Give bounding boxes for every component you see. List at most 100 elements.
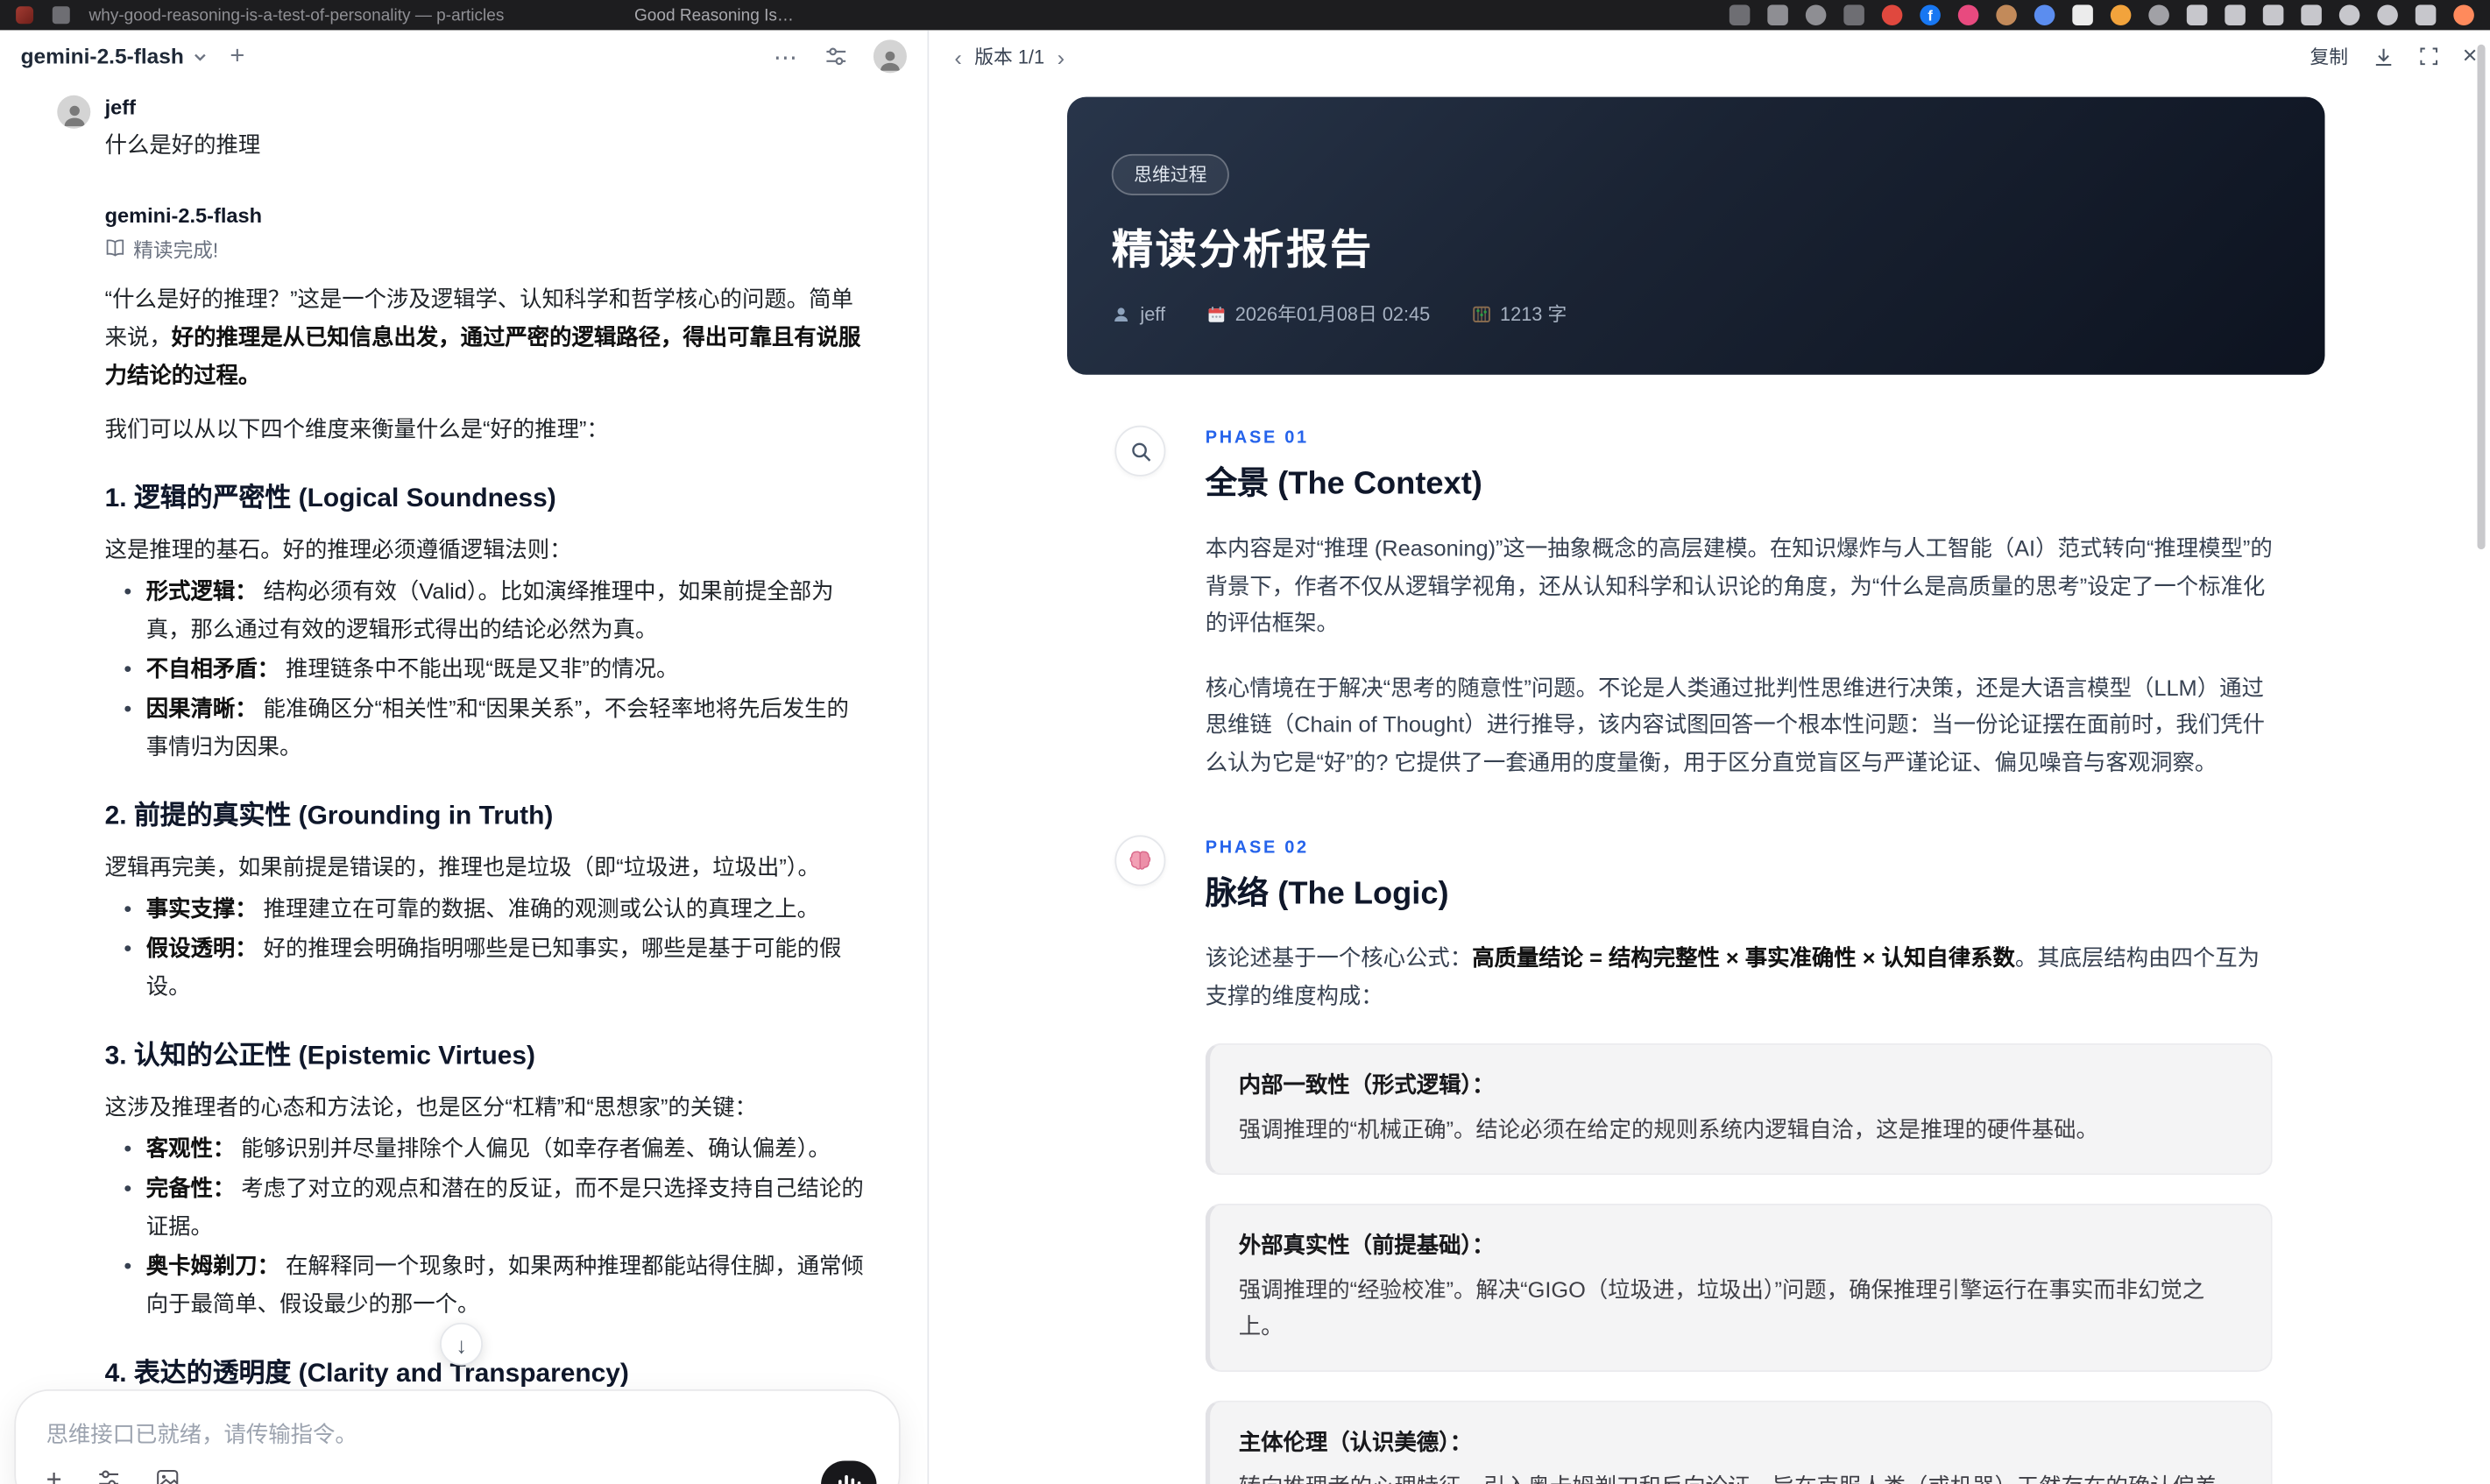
meta-word-count: 1213 字 (1471, 300, 1567, 328)
pink-app-icon[interactable] (1957, 4, 1979, 25)
extension-icon[interactable] (1843, 4, 1864, 25)
dimension-card-text: 强调推理的“经验校准”。解决“GIGO（垃圾进，垃圾出）”问题，确保推理引擎运行… (1238, 1276, 2205, 1339)
app-icon[interactable] (16, 6, 34, 25)
bookmark-icon[interactable] (1729, 4, 1751, 25)
phase-01-section: PHASE 01 全景 (The Context) 本内容是对“推理 (Reas… (1067, 425, 2325, 781)
dimension-card-title: 主体伦理（认识美德）： (1238, 1428, 1473, 1454)
bullet-item: 事实支撑： 推理建立在可靠的数据、准确的观测或公认的真理之上。 (124, 889, 867, 928)
bullet-term: 客观性： (145, 1134, 236, 1161)
chevron-down-icon (194, 53, 206, 60)
voice-input-button[interactable] (821, 1460, 877, 1484)
chat-header: gemini-2.5-flash + ⋯ (0, 30, 928, 82)
bullet-item: 完备性： 考虑了对立的观点和潜在的反证，而不是只选择支持自己结论的证据。 (124, 1169, 867, 1245)
report-hero-card: 思维过程 精读分析报告 jeff 2026年01月08日 02:45 1213 … (1067, 96, 2325, 375)
share-icon[interactable] (1767, 4, 1788, 25)
scrollbar-thumb[interactable] (2477, 44, 2486, 550)
next-version-button[interactable]: › (1050, 44, 1071, 69)
settings-sliders-button[interactable] (824, 45, 848, 68)
lead-formula: 高质量结论 = 结构完整性 × 事实准确性 × 认知自律系数 (1472, 944, 2015, 971)
report-meta: jeff 2026年01月08日 02:45 1213 字 (1112, 300, 2281, 328)
menubar: why-good-reasoning-is-a-test-of-personal… (0, 0, 2490, 31)
gear-icon[interactable] (2148, 4, 2169, 25)
abacus-icon (1472, 305, 1490, 322)
model-selector[interactable]: gemini-2.5-flash (21, 45, 208, 68)
preview-panel: ‹ 版本 1/1 › 复制 × 思维过程 精读分析报告 jeff 2026年01… (929, 30, 2490, 1484)
new-chat-button[interactable]: + (230, 43, 244, 69)
report-title: 精读分析报告 (1111, 225, 1374, 273)
report-document[interactable]: 思维过程 精读分析报告 jeff 2026年01月08日 02:45 1213 … (929, 82, 2490, 1484)
brain-icon (1129, 851, 1151, 870)
orange-app-icon[interactable] (2110, 4, 2132, 25)
chat-panel: gemini-2.5-flash + ⋯ jeff 什么是好的推理 gemini… (0, 30, 930, 1484)
bullet-term: 假设透明： (145, 935, 258, 961)
bullet-term: 事实支撑： (145, 895, 258, 922)
toggles-icon[interactable] (2225, 4, 2246, 25)
dimension-card-text: 转向推理者的心理特征。引入奥卡姆剃刀和反向论证，旨在克服人类（或机器）天然存在的… (1239, 1468, 2243, 1484)
record-dot-icon[interactable] (1881, 4, 1903, 25)
search-icon[interactable] (2377, 4, 2398, 25)
section-heading-1: 1. 逻辑的严密性 (Logical Soundness) (104, 484, 556, 513)
keyboard-icon[interactable] (2262, 4, 2284, 25)
user-avatar[interactable] (873, 39, 907, 74)
phase-01-icon-circle (1114, 425, 1166, 477)
clock-icon[interactable] (1805, 4, 1827, 25)
blue-app-icon[interactable] (2034, 4, 2055, 25)
user-message: jeff 什么是好的推理 (57, 95, 867, 162)
composer-input[interactable]: 思维接口已就绪，请传输指令。 (16, 1391, 899, 1450)
model-name: gemini-2.5-flash (20, 44, 184, 68)
phase-02-lead: 该论述基于一个核心公式：高质量结论 = 结构完整性 × 事实准确性 × 认知自律… (1206, 940, 2281, 1014)
image-icon (157, 1469, 179, 1484)
bullet-item: 不自相矛盾： 推理链条中不能出现“既是又非”的情况。 (124, 649, 867, 688)
monkey-app-icon[interactable] (1996, 4, 2017, 25)
notes-app-icon[interactable] (2072, 4, 2093, 25)
copy-button[interactable]: 复制 (2310, 43, 2349, 70)
bullet-text: 能够识别并尽量排除个人偏见（如幸存者偏差、确认偏差）。 (235, 1134, 831, 1161)
bullet-list-1: 形式逻辑： 结构必须有效（Valid）。比如演绎推理中，如果前提全部为真，那么通… (105, 572, 867, 766)
waveform-icon (838, 1480, 841, 1484)
bullet-list-3: 客观性： 能够识别并尽量排除个人偏见（如幸存者偏差、确认偏差）。 完备性： 考虑… (105, 1129, 867, 1323)
user-message-author: jeff (104, 95, 136, 119)
version-label: 版本 1/1 (974, 46, 1045, 68)
magnifier-icon (1131, 442, 1150, 461)
dimension-card-3: 主体伦理（认识美德）： 转向推理者的心理特征。引入奥卡姆剃刀和反向论证，旨在克服… (1205, 1399, 2273, 1484)
composer-image-button[interactable] (156, 1467, 180, 1484)
meta-author-text: jeff (1140, 302, 1166, 325)
meta-date: 2026年01月08日 02:45 (1206, 300, 1430, 328)
dimension-card-1: 内部一致性（形式逻辑）： 强调推理的“机械正确”。结论必须在给定的规则系统内逻辑… (1205, 1042, 2273, 1175)
bullet-item: 假设透明： 好的推理会明确指明哪些是已知事实，哪些是基于可能的假设。 (124, 929, 867, 1005)
chat-scroll-area[interactable]: jeff 什么是好的推理 gemini-2.5-flash 精读完成! “什么是… (0, 82, 928, 1484)
composer-tune-button[interactable] (96, 1467, 120, 1484)
scroll-to-bottom-button[interactable]: ↓ (440, 1322, 483, 1366)
siri-icon[interactable] (2453, 4, 2474, 25)
download-button[interactable] (2372, 46, 2394, 67)
down-arrow-icon: ↓ (456, 1331, 467, 1357)
book-icon (106, 239, 124, 257)
grid-icon[interactable] (52, 6, 70, 25)
dimension-card-title: 外部真实性（前提基础）： (1238, 1231, 1495, 1257)
dimension-card-2: 外部真实性（前提基础）： 强调推理的“经验校准”。解决“GIGO（垃圾进，垃圾出… (1205, 1202, 2273, 1372)
bullet-term: 奥卡姆剃刀： (145, 1253, 279, 1279)
meta-author: jeff (1112, 302, 1166, 325)
facebook-icon[interactable]: f (1920, 4, 1941, 25)
wifi-icon[interactable] (2338, 4, 2360, 25)
bullet-text: 推理链条中不能出现“既是又非”的情况。 (279, 655, 679, 682)
phase-02-icon-circle (1114, 835, 1166, 887)
fullscreen-button[interactable] (2418, 46, 2439, 67)
prev-version-button[interactable]: ‹ (948, 44, 968, 69)
meta-date-text: 2026年01月08日 02:45 (1234, 303, 1431, 326)
battery-icon[interactable] (2301, 4, 2322, 25)
control-center-icon[interactable] (2415, 4, 2437, 25)
person-icon (63, 105, 84, 127)
screen: why-good-reasoning-is-a-test-of-personal… (0, 0, 2490, 1484)
close-button[interactable]: × (2463, 43, 2478, 69)
phase-02-title: 脉络 (The Logic) (1205, 876, 1449, 912)
user-message-avatar (57, 95, 91, 129)
tune-icon (99, 1470, 118, 1484)
bullet-term: 完备性： (145, 1175, 236, 1201)
more-button[interactable]: ⋯ (774, 42, 799, 71)
attach-button[interactable]: + (46, 1466, 62, 1484)
bullet-term: 形式逻辑： (145, 577, 258, 604)
bullet-term: 因果清晰： (145, 695, 258, 721)
display-icon[interactable] (2186, 4, 2208, 25)
section-heading-3: 3. 认知的公正性 (Epistemic Virtues) (104, 1042, 535, 1071)
